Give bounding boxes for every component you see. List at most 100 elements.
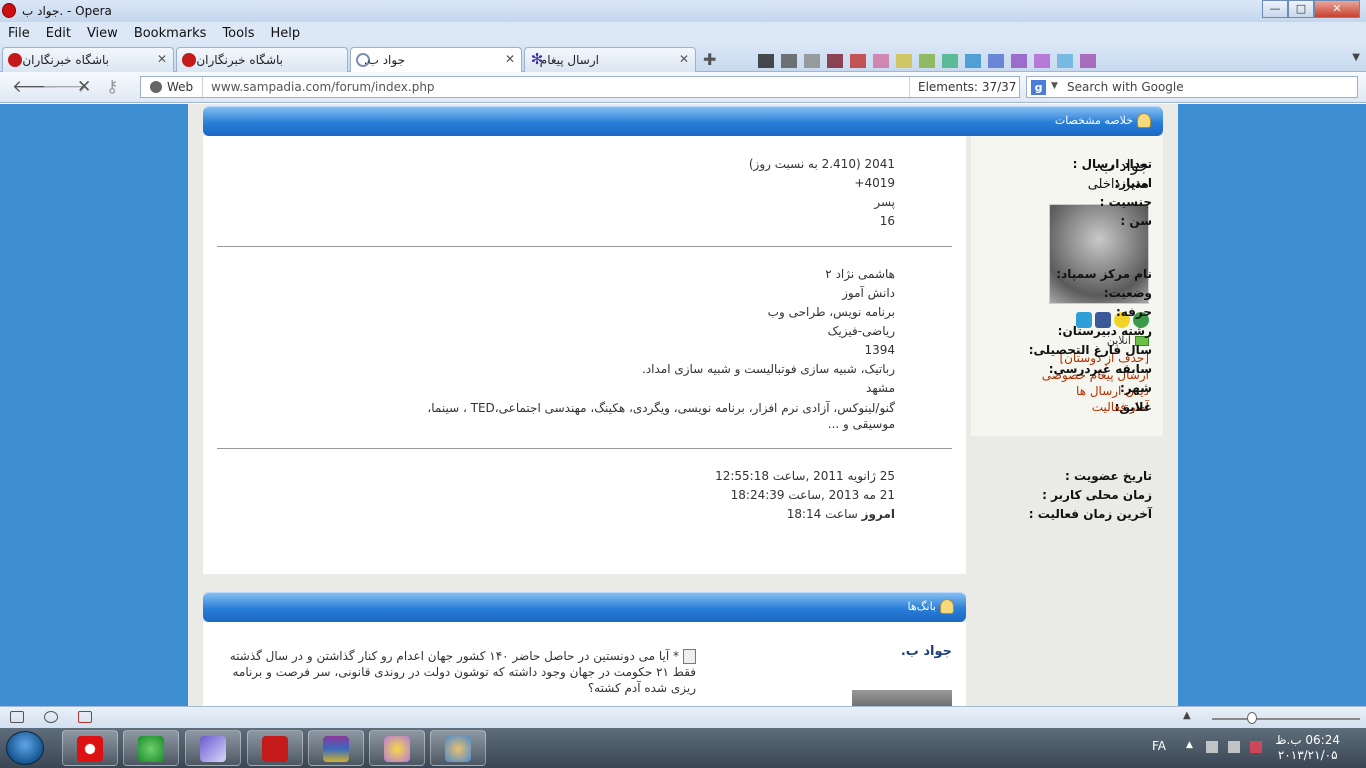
new-tab-button[interactable]: ✚ [703,50,716,69]
forum-container: خلاصه مشخصات جواد ب. مدیر داخلی آنلاین [… [188,104,1178,706]
zoom-slider-knob[interactable] [1247,712,1257,724]
user-icon [1137,113,1151,128]
minimize-button[interactable]: — [1262,0,1288,18]
shout-avatar [852,690,952,706]
search-placeholder[interactable]: Search with Google [1067,80,1184,94]
tab-thumbnail-swatch[interactable] [758,54,774,68]
detail-label: نام مرکز سمپاد: [1056,267,1152,281]
url-text[interactable]: www.sampadia.com/forum/index.php [211,80,435,94]
tab-thumbnail-swatch[interactable] [1057,54,1073,68]
menu-bar: File Edit View Bookmarks Tools Help [0,22,1366,44]
opera-speed-icon [182,53,196,67]
detail-label: حرفه: [1115,305,1152,319]
network-icon[interactable] [1228,741,1240,753]
detail-value: مشهد [866,381,895,395]
taskbar-opera[interactable] [62,730,118,766]
menu-file[interactable]: File [0,26,38,41]
panel-toggle-icon[interactable] [10,711,24,723]
stop-icon[interactable]: ✕ [77,77,91,97]
globe-icon [150,81,162,93]
tab-label: باشگاه خبرنگاران [196,53,283,67]
stat-label: تعداد ارسال : [1072,157,1152,171]
time-label: تاریخ عضویت : [1065,469,1152,483]
detail-value: گنو/لینوکس، آزادی نرم افزار، برنامه نویس… [427,401,895,431]
key-icon[interactable]: ⚷ [106,77,118,97]
tab-3-active[interactable]: جواد ب. ✕ [350,47,522,73]
tab-thumbnail-swatch[interactable] [781,54,797,68]
tab-thumbnail-swatch[interactable] [988,54,1004,68]
winrar-icon [323,736,349,762]
google-icon[interactable]: g [1031,80,1046,95]
detail-label: رشته دبیرستان: [1057,324,1152,338]
detail-label: سابقه غیردرسی: [1048,362,1152,376]
close-button[interactable]: ✕ [1314,0,1360,18]
divider [217,448,952,449]
page-viewport: خلاصه مشخصات جواد ب. مدیر داخلی آنلاین [… [0,104,1366,706]
opera-speed-icon [8,53,22,67]
taskbar-download-manager[interactable] [123,730,179,766]
address-toolbar: 🡐 🡒 ✕ ⚷ Web www.sampadia.com/forum/index… [0,72,1366,103]
window-titlebar: جواد ب. - Opera — □ ✕ [0,0,1366,22]
shout-author-link[interactable]: جواد ب. [901,644,952,659]
menu-view[interactable]: View [79,26,126,41]
address-field[interactable]: Web www.sampadia.com/forum/index.php Ele… [140,76,1020,98]
detail-label: شهر: [1120,381,1152,395]
menu-bookmarks[interactable]: Bookmarks [126,26,215,41]
tray-expand-icon[interactable]: ▲ [1186,740,1193,750]
detail-label: سال فارغ التحصیلی: [1028,343,1152,357]
summary-header-bar: خلاصه مشخصات [203,106,1163,136]
menu-help[interactable]: Help [262,26,308,41]
taskbar-media-player[interactable] [185,730,241,766]
tab-label: جواد ب. [363,53,405,67]
language-indicator[interactable]: FA [1152,739,1166,753]
tab-thumbnail-swatch[interactable] [804,54,820,68]
tab-close-icon[interactable]: ✕ [679,52,689,66]
tab-close-icon[interactable]: ✕ [505,52,515,66]
tab-menu-icon[interactable]: ▼ [1352,52,1360,63]
summary-header-title: خلاصه مشخصات [1054,114,1133,127]
menu-edit[interactable]: Edit [38,26,79,41]
tab-thumbnail-swatch[interactable] [873,54,889,68]
tab-label: ارسال پیغام [539,53,599,67]
status-bar: ▲ [0,706,1366,728]
tab-thumbnail-swatch[interactable] [1011,54,1027,68]
web-indicator[interactable]: Web [141,77,203,97]
tab-thumbnail-swatch[interactable] [1080,54,1096,68]
taskbar-winrar[interactable] [308,730,364,766]
tab-thumbnail-swatch[interactable] [1034,54,1050,68]
taskbar-pdf-reader[interactable] [247,730,303,766]
time-label: زمان محلی کاربر : [1042,488,1152,502]
tab-thumbnail-swatch[interactable] [965,54,981,68]
detail-value: برنامه نویس، طراحی وب [767,305,895,319]
volume-muted-icon[interactable] [1250,741,1262,753]
zoom-slider[interactable] [1212,718,1360,720]
tab-thumbnail-swatch[interactable] [919,54,935,68]
opera-logo-icon[interactable] [2,3,16,18]
unite-icon[interactable] [78,711,92,723]
signal-icon[interactable] [1206,741,1218,753]
view-up-icon[interactable]: ▲ [1183,710,1191,721]
tab-4[interactable]: ✻ ارسال پیغام ✕ [524,47,696,72]
tab-thumbnail-swatch[interactable] [827,54,843,68]
tab-close-icon[interactable]: ✕ [157,52,167,66]
tab-1[interactable]: باشگاه خبرنگاران ✕ [2,47,174,72]
tab-2[interactable]: باشگاه خبرنگاران ✕ [176,47,348,72]
detail-value: رباتیک، شبیه سازی فوتبالیست و شبیه سازی … [642,362,895,376]
taskbar-messenger[interactable] [369,730,425,766]
stat-label: امتیاز: [1114,176,1152,190]
menu-tools[interactable]: Tools [214,26,262,41]
cloud-icon[interactable] [44,711,58,723]
windows-taskbar: FA ▲ 06:24 ب.ظ ۲۰۱۳/۲۱/۰۵ [0,728,1366,768]
tab-thumbnail-swatch[interactable] [896,54,912,68]
maximize-button[interactable]: □ [1288,0,1314,18]
note-icon [683,649,696,664]
chevron-down-icon[interactable]: ▼ [1051,81,1058,91]
clock[interactable]: 06:24 ب.ظ ۲۰۱۳/۲۱/۰۵ [1275,733,1340,763]
tab-thumbnail-swatch[interactable] [850,54,866,68]
detail-value: 1394 [864,343,895,357]
window-title: جواد ب. - Opera [22,4,112,18]
tab-thumbnail-swatch[interactable] [942,54,958,68]
taskbar-paint[interactable] [430,730,486,766]
start-button[interactable] [6,731,44,765]
search-field[interactable]: g ▼ Search with Google [1026,76,1358,98]
